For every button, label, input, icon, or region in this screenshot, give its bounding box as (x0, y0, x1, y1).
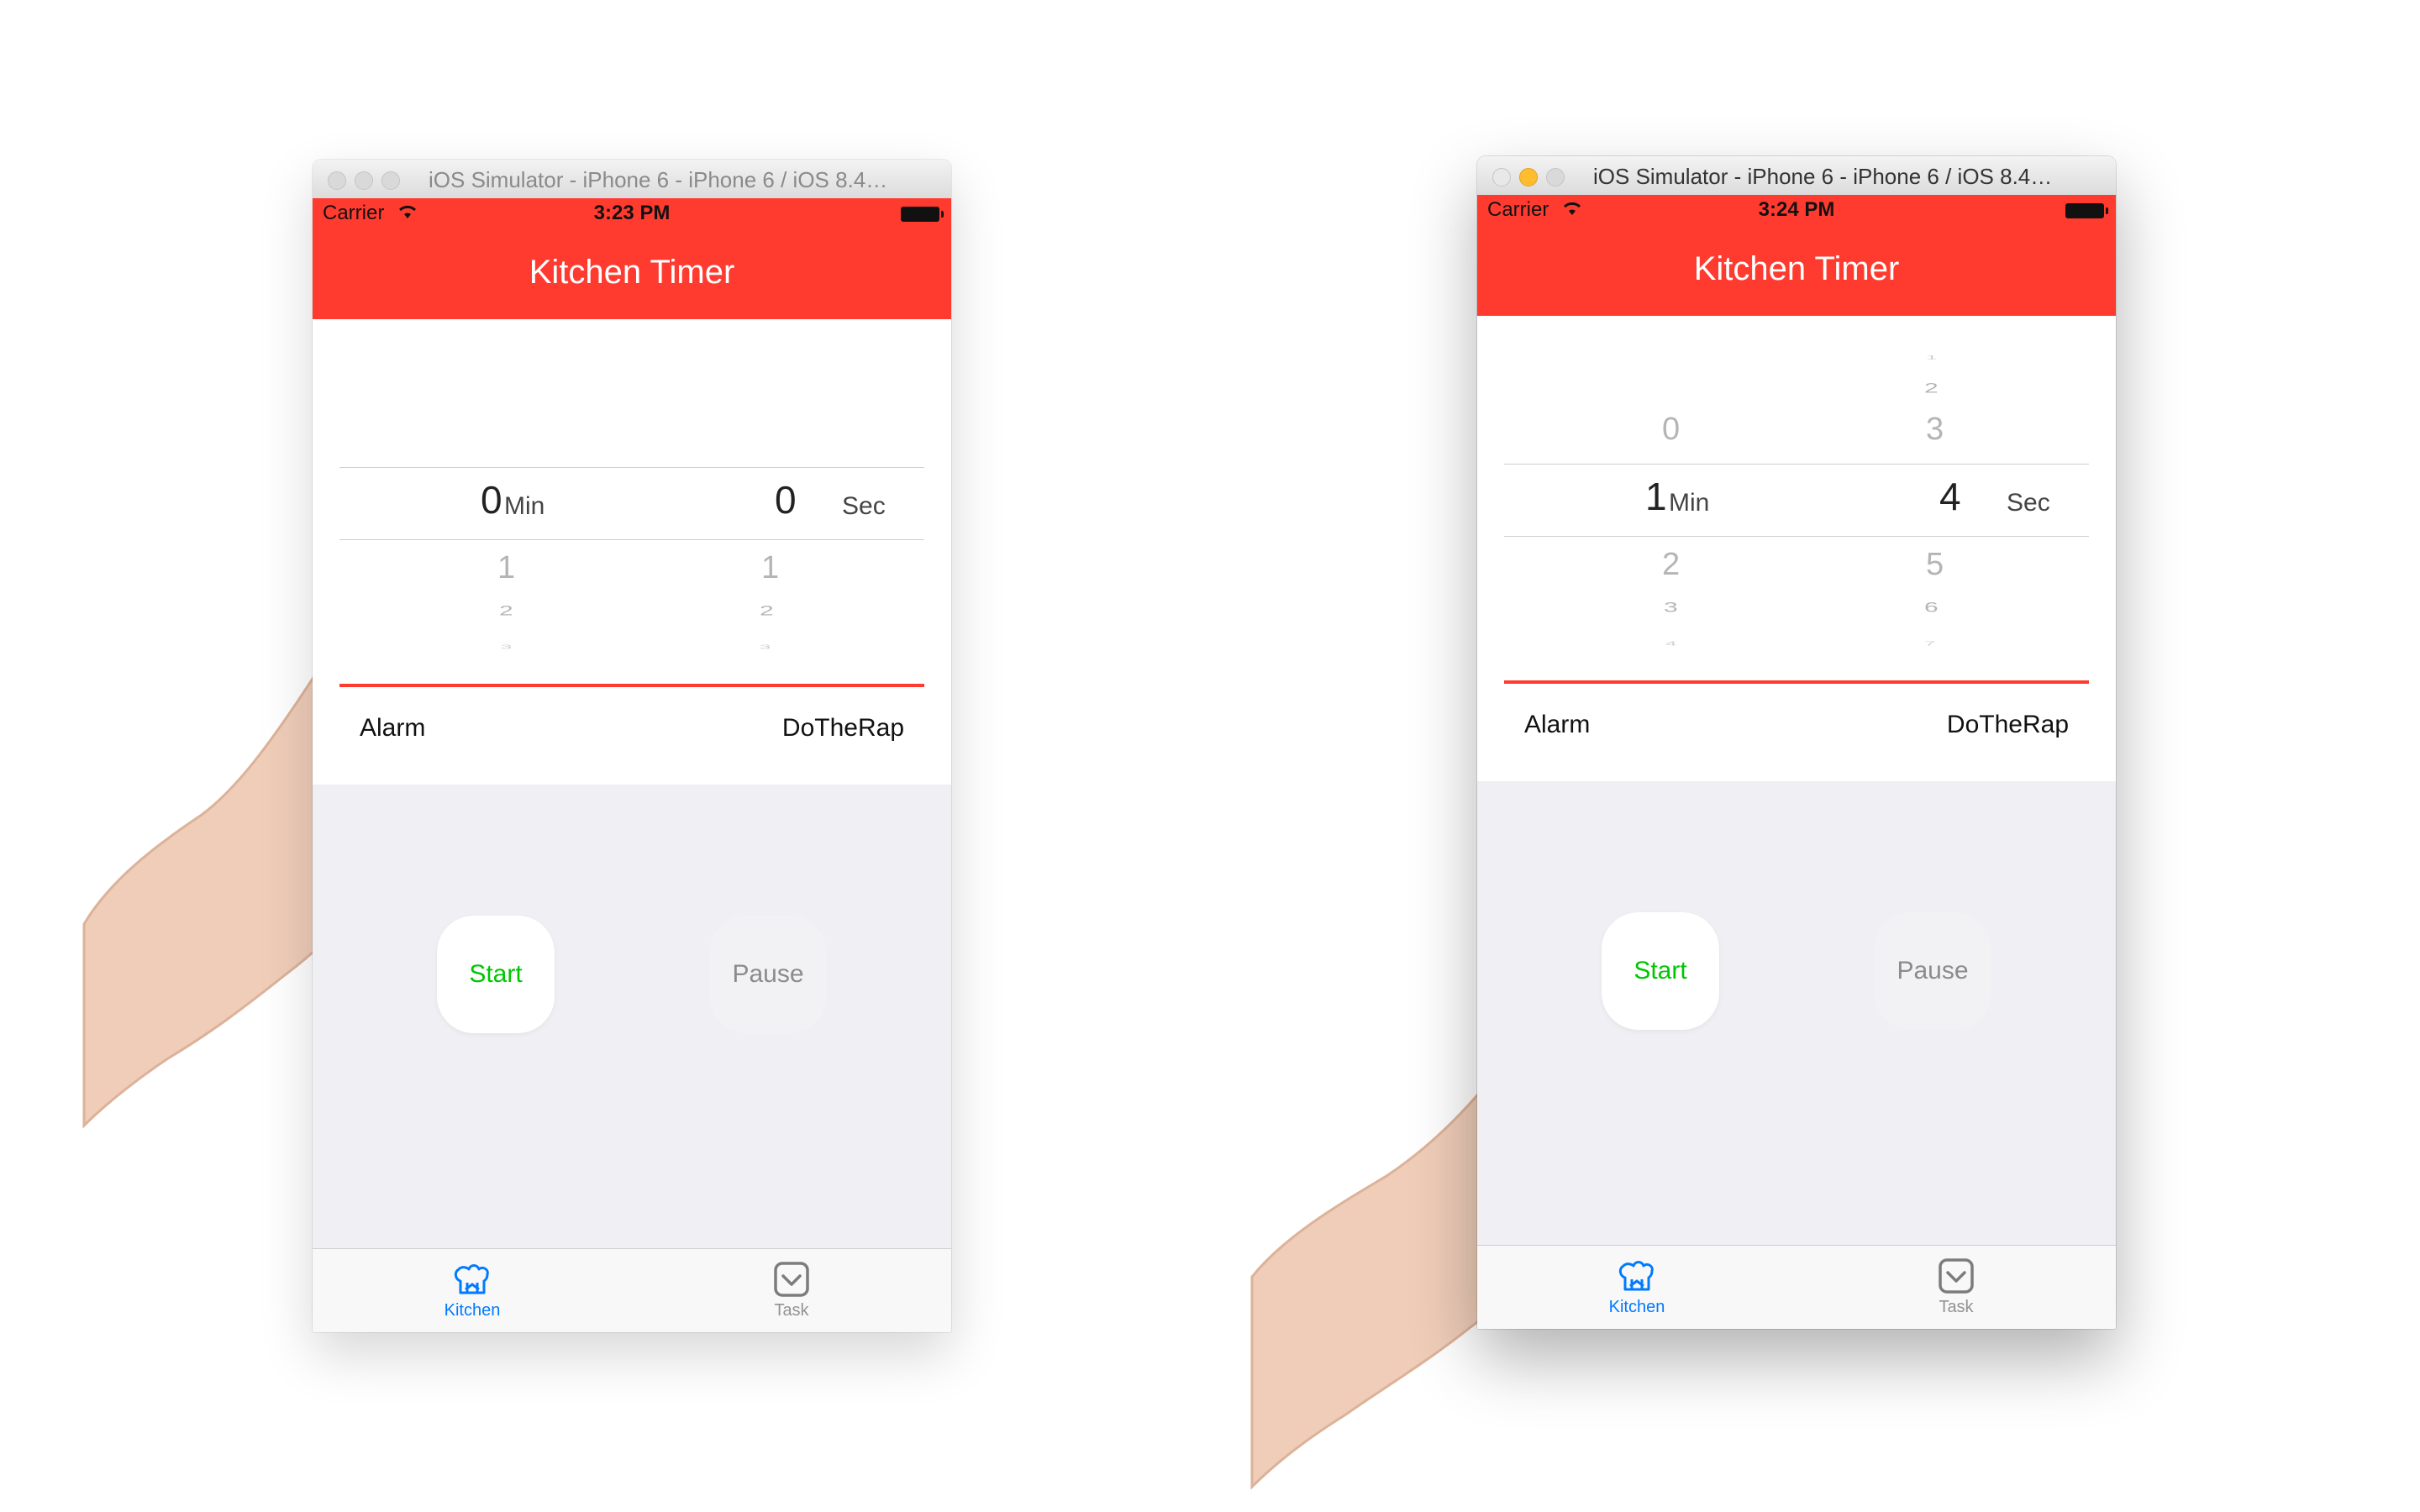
seconds-picker-selected[interactable]: 4 (1939, 474, 1961, 519)
seconds-unit-label: Sec (842, 492, 886, 520)
seconds-picker-next-1[interactable]: 5 (1926, 547, 1944, 583)
close-window-button[interactable] (328, 171, 346, 190)
minimize-window-button[interactable] (355, 171, 373, 190)
close-window-button[interactable] (1492, 168, 1511, 186)
alarm-row[interactable]: Alarm DoTheRap (1477, 699, 2116, 758)
window-title: iOS Simulator - iPhone 6 - iPhone 6 / iO… (429, 167, 888, 192)
zoom-window-button[interactable] (1546, 168, 1565, 186)
tab-bar: Kitchen Task (1477, 1245, 2116, 1329)
start-button[interactable]: Start (1602, 912, 1719, 1030)
battery-icon (2065, 203, 2108, 218)
minutes-picker-next-1[interactable]: 1 (497, 550, 515, 586)
seconds-picker-selected[interactable]: 0 (775, 477, 797, 522)
tab-kitchen-label: Kitchen (444, 1301, 501, 1320)
accent-divider (1504, 680, 2089, 684)
seconds-unit-label: Sec (2007, 489, 2050, 517)
alarm-label: Alarm (360, 714, 426, 742)
battery-icon (901, 207, 944, 222)
minutes-picker-next-3[interactable]: 3 (501, 643, 512, 650)
tab-task-label: Task (774, 1301, 809, 1320)
pause-button[interactable]: Pause (1874, 912, 1991, 1030)
minutes-picker-next-3[interactable]: 4 (1665, 640, 1676, 647)
minutes-unit-label: Min (1669, 489, 1710, 517)
window-title: iOS Simulator - iPhone 6 - iPhone 6 / iO… (1593, 164, 2053, 189)
minutes-picker-selected[interactable]: 0 (481, 477, 502, 522)
chef-hat-icon (1618, 1261, 1654, 1291)
app-header: Carrier 3:23 PM Kitchen Timer (313, 198, 951, 319)
app-title: Kitchen Timer (1693, 250, 1900, 287)
timer-picker-panel: 0 Min 1 2 3 0 Sec 1 2 3 Alarm DoTheRap (313, 319, 951, 785)
app-title: Kitchen Timer (529, 254, 735, 291)
seconds-picker-prev-1[interactable]: 3 (1926, 412, 1944, 448)
tab-kitchen-label: Kitchen (1608, 1298, 1665, 1316)
checkbox-icon (1939, 1258, 1974, 1294)
tab-task[interactable]: Task (1872, 1256, 2040, 1317)
simulator-window-right: iOS Simulator - iPhone 6 - iPhone 6 / iO… (1477, 156, 2116, 1329)
tab-task-label: Task (1939, 1298, 1974, 1316)
window-titlebar[interactable]: iOS Simulator - iPhone 6 - iPhone 6 / iO… (313, 160, 951, 199)
alarm-label: Alarm (1524, 711, 1591, 738)
seconds-picker-prev-3[interactable]: 1 (1926, 354, 1937, 361)
seconds-picker-next-3[interactable]: 7 (1924, 640, 1935, 647)
status-time: 3:24 PM (1758, 198, 1835, 221)
tab-task[interactable]: Task (708, 1259, 876, 1320)
seconds-picker-next-2[interactable]: 6 (1924, 600, 1939, 616)
tab-bar: Kitchen Task (313, 1248, 951, 1332)
zoom-window-button[interactable] (381, 171, 400, 190)
timer-picker-panel: 0 1 Min 2 3 4 1 2 3 4 Sec 5 6 7 Alarm Do… (1477, 316, 2116, 781)
window-titlebar[interactable]: iOS Simulator - iPhone 6 - iPhone 6 / iO… (1477, 156, 2116, 196)
seconds-picker-prev-2[interactable]: 2 (1924, 381, 1939, 396)
status-time: 3:23 PM (593, 202, 671, 224)
picker-divider-top (1504, 464, 2089, 465)
minutes-picker-next-2[interactable]: 2 (499, 603, 513, 619)
picker-divider-bottom (1504, 536, 2089, 537)
alarm-row[interactable]: Alarm DoTheRap (313, 702, 951, 761)
seconds-picker-next-3[interactable]: 3 (760, 643, 771, 650)
minutes-picker-selected[interactable]: 1 (1645, 474, 1667, 519)
accent-divider (339, 684, 924, 687)
minutes-picker-next-2[interactable]: 3 (1664, 600, 1678, 616)
app-header: Carrier 3:24 PM Kitchen Timer (1477, 195, 2116, 316)
start-button[interactable]: Start (437, 916, 555, 1033)
minutes-unit-label: Min (504, 492, 545, 520)
minutes-picker-prev-1[interactable]: 0 (1662, 412, 1680, 448)
minimize-window-button[interactable] (1519, 168, 1538, 186)
simulator-window-left: iOS Simulator - iPhone 6 - iPhone 6 / iO… (313, 160, 951, 1332)
checkbox-icon (774, 1262, 809, 1297)
tab-kitchen[interactable]: Kitchen (1553, 1256, 1721, 1317)
chef-hat-icon (454, 1264, 489, 1294)
pause-button[interactable]: Pause (709, 916, 827, 1033)
picker-divider-bottom (339, 539, 924, 540)
tab-kitchen[interactable]: Kitchen (388, 1259, 556, 1320)
iphone-screen: Carrier 3:24 PM Kitchen Timer 0 1 Min 2 … (1477, 195, 2116, 1329)
picker-divider-top (339, 467, 924, 468)
seconds-picker-next-1[interactable]: 1 (761, 550, 779, 586)
minutes-picker-next-1[interactable]: 2 (1662, 547, 1680, 583)
alarm-sound-value: DoTheRap (1946, 711, 2069, 738)
alarm-sound-value: DoTheRap (781, 714, 904, 742)
seconds-picker-next-2[interactable]: 2 (760, 603, 774, 619)
iphone-screen: Carrier 3:23 PM Kitchen Timer 0 Min 1 2 … (313, 198, 951, 1332)
